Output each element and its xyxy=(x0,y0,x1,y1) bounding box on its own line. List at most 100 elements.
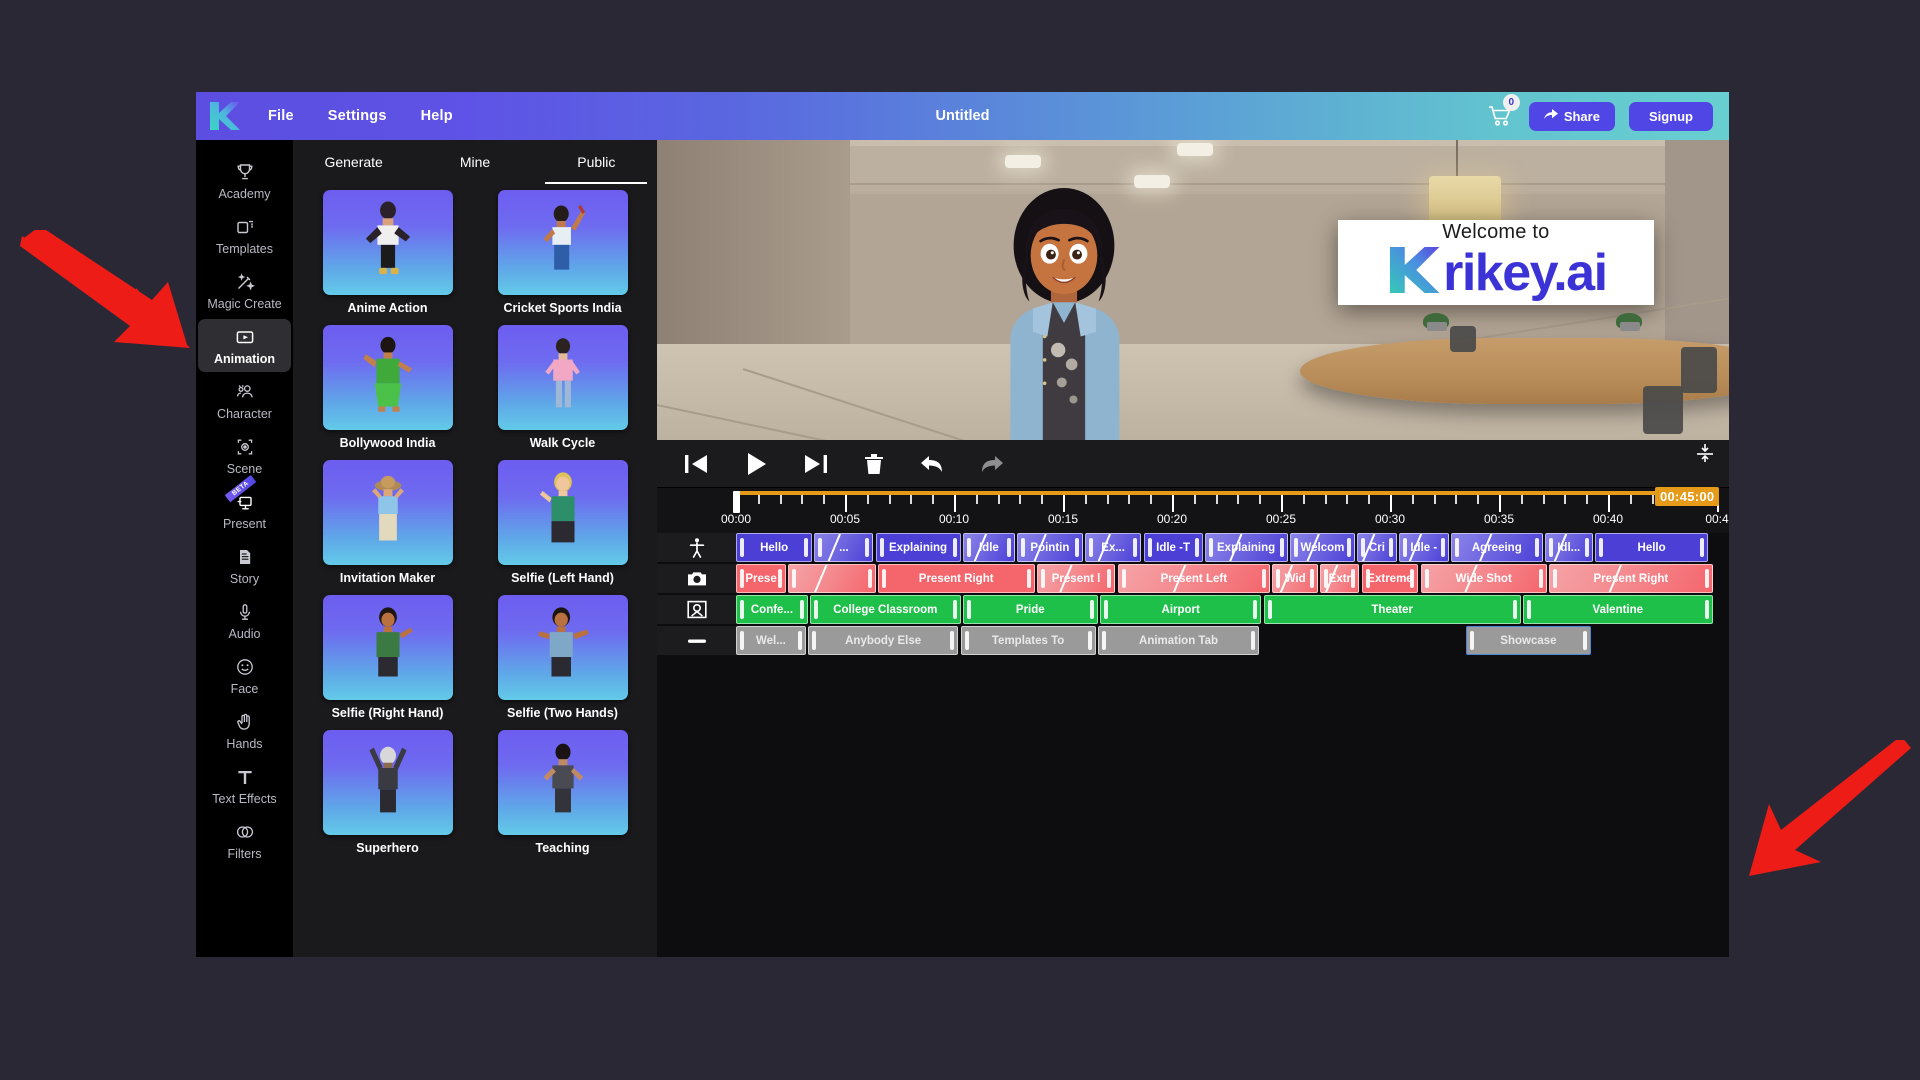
timeline-clip[interactable]: Idl... xyxy=(1544,533,1593,562)
clip-right-handle[interactable] xyxy=(1310,569,1315,588)
clip-left-handle[interactable] xyxy=(1276,569,1281,588)
sidebar-item-face[interactable]: Face xyxy=(198,649,291,702)
clip-left-handle[interactable] xyxy=(1526,600,1531,619)
timeline-clip[interactable]: Wel... xyxy=(736,626,806,655)
clip-right-handle[interactable] xyxy=(1700,538,1705,557)
clip-right-handle[interactable] xyxy=(950,631,955,650)
timeline-clip[interactable]: Idle xyxy=(962,533,1016,562)
undo-button[interactable] xyxy=(919,453,945,475)
clip-left-handle[interactable] xyxy=(1470,631,1475,650)
skip-to-start-button[interactable] xyxy=(683,452,709,476)
timeline-clip[interactable]: Present l xyxy=(1036,564,1116,593)
clip-left-handle[interactable] xyxy=(1088,538,1093,557)
clip-right-handle[interactable] xyxy=(797,631,802,650)
clip-right-handle[interactable] xyxy=(952,600,957,619)
clip-right-handle[interactable] xyxy=(1194,538,1199,557)
audio-waveform-icon[interactable] xyxy=(657,626,736,655)
animation-card[interactable]: Selfie (Two Hands) xyxy=(488,595,637,720)
clip-right-handle[interactable] xyxy=(865,538,870,557)
audio-track-lane[interactable]: Wel... Anybody Else Templates To Animation … xyxy=(736,626,1729,655)
timeline-clip[interactable]: Ex... xyxy=(1084,533,1142,562)
timeline-clip[interactable]: College Classroom xyxy=(810,595,961,624)
clip-right-handle[interactable] xyxy=(1087,631,1092,650)
clip-right-handle[interactable] xyxy=(952,538,957,557)
clip-left-handle[interactable] xyxy=(1424,569,1429,588)
clip-left-handle[interactable] xyxy=(1147,538,1152,557)
clip-left-handle[interactable] xyxy=(964,631,969,650)
timeline-clip[interactable]: Hello xyxy=(736,533,813,562)
clip-right-handle[interactable] xyxy=(1089,600,1094,619)
clip-right-handle[interactable] xyxy=(1253,600,1258,619)
clip-right-handle[interactable] xyxy=(1107,569,1112,588)
3d-viewport[interactable]: Welcome to rikey.ai xyxy=(657,140,1729,440)
timeline-clip[interactable]: ... xyxy=(814,533,874,562)
animation-card[interactable]: Cricket Sports India xyxy=(488,190,637,315)
timeline-clip[interactable]: Showcase xyxy=(1466,626,1591,655)
clip-left-handle[interactable] xyxy=(1267,600,1272,619)
timeline-ruler[interactable]: 00:00 00:05 00:10 00:15 00:20 00:25 00:30 00:35… xyxy=(657,487,1729,533)
fit-to-screen-button[interactable] xyxy=(1695,443,1715,468)
clip-right-handle[interactable] xyxy=(1347,538,1352,557)
camera-track-lane[interactable]: Prese Present Right Present l Present Left W… xyxy=(736,564,1729,593)
playhead[interactable] xyxy=(733,491,740,513)
timeline-clip[interactable]: Theater xyxy=(1263,595,1521,624)
clip-left-handle[interactable] xyxy=(1293,538,1298,557)
timeline-clip[interactable]: Extr xyxy=(1320,564,1360,593)
clip-right-handle[interactable] xyxy=(1584,538,1589,557)
clip-left-handle[interactable] xyxy=(740,631,744,650)
menu-help[interactable]: Help xyxy=(419,104,455,128)
timeline-clip[interactable]: Pointin xyxy=(1017,533,1083,562)
cart-button[interactable]: 0 xyxy=(1485,94,1520,131)
timeline-clip[interactable]: Pride xyxy=(962,595,1098,624)
tab-public[interactable]: Public xyxy=(536,140,657,184)
clip-left-handle[interactable] xyxy=(1361,538,1366,557)
clip-right-handle[interactable] xyxy=(778,569,783,588)
scene-frame-icon[interactable] xyxy=(657,595,736,624)
menu-file[interactable]: File xyxy=(266,104,296,128)
clip-left-handle[interactable] xyxy=(792,569,797,588)
sidebar-item-story[interactable]: Story xyxy=(198,539,291,592)
sidebar-item-animation[interactable]: Animation xyxy=(198,319,291,372)
clip-left-handle[interactable] xyxy=(740,569,744,588)
timeline-tracks[interactable]: Hello... Explaining Idle Pointin Ex... Idle -… xyxy=(657,533,1729,957)
clip-left-handle[interactable] xyxy=(1553,569,1558,588)
animation-card[interactable]: Invitation Maker xyxy=(313,460,462,585)
animation-card[interactable]: Superhero xyxy=(313,730,462,855)
clip-left-handle[interactable] xyxy=(811,631,816,650)
scene-track-lane[interactable]: Confe... College Classroom Pride Airport The… xyxy=(736,595,1729,624)
sidebar-item-filters[interactable]: Filters xyxy=(198,814,291,867)
clip-right-handle[interactable] xyxy=(1512,600,1517,619)
clip-left-handle[interactable] xyxy=(881,569,886,588)
animation-card[interactable]: Bollywood India xyxy=(313,325,462,450)
tab-mine[interactable]: Mine xyxy=(414,140,535,184)
timeline-clip[interactable]: Prese xyxy=(736,564,787,593)
sidebar-item-hands[interactable]: Hands xyxy=(198,704,291,757)
clip-right-handle[interactable] xyxy=(1704,600,1709,619)
clip-left-handle[interactable] xyxy=(966,600,971,619)
clip-left-handle[interactable] xyxy=(1040,569,1045,588)
clip-right-handle[interactable] xyxy=(1133,538,1138,557)
sidebar-item-text-effects[interactable]: Text Effects xyxy=(198,759,291,812)
sidebar-item-academy[interactable]: Academy xyxy=(198,154,291,207)
redo-button[interactable] xyxy=(979,453,1005,475)
krikey-logo[interactable] xyxy=(196,100,252,132)
clip-right-handle[interactable] xyxy=(1351,569,1356,588)
timeline-clip[interactable] xyxy=(788,564,876,593)
timeline-clip[interactable]: Wide Shot xyxy=(1420,564,1547,593)
clip-right-handle[interactable] xyxy=(1026,569,1031,588)
timeline-clip[interactable]: Cri xyxy=(1357,533,1397,562)
delete-button[interactable] xyxy=(863,452,885,476)
timeline-clip[interactable]: Present Right xyxy=(1549,564,1713,593)
clip-right-handle[interactable] xyxy=(1704,569,1709,588)
menu-settings[interactable]: Settings xyxy=(326,104,389,128)
sidebar-item-audio[interactable]: Audio xyxy=(198,594,291,647)
clip-left-handle[interactable] xyxy=(1021,538,1026,557)
timeline-clip[interactable]: Present Right xyxy=(877,564,1035,593)
animation-card[interactable]: Walk Cycle xyxy=(488,325,637,450)
play-button[interactable] xyxy=(743,451,769,477)
tab-generate[interactable]: Generate xyxy=(293,140,414,184)
timeline-clip[interactable]: Welcom xyxy=(1289,533,1356,562)
sidebar-item-templates[interactable]: Templates xyxy=(198,209,291,262)
timeline-clip[interactable]: Present Left xyxy=(1117,564,1271,593)
clip-right-handle[interactable] xyxy=(1410,569,1415,588)
